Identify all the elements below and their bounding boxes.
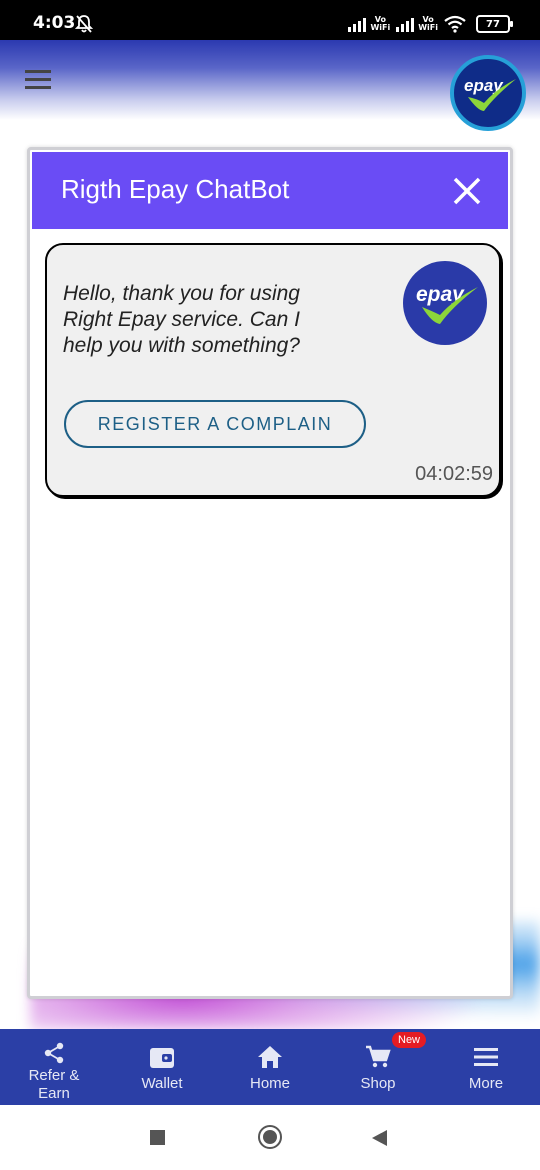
- new-badge: New: [392, 1032, 427, 1048]
- vowifi-label: Vo WiFi: [418, 15, 438, 32]
- nav-label: Home: [249, 1075, 290, 1092]
- message-timestamp: 04:02:59: [415, 463, 493, 485]
- signal-icon: [348, 16, 367, 32]
- status-time: 4:03: [33, 13, 76, 33]
- vowifi-label: Vo WiFi: [370, 15, 391, 32]
- chatbot-header: Rigth Epay ChatBot: [32, 152, 508, 229]
- home-button-icon[interactable]: [258, 1125, 282, 1149]
- home-icon: [258, 1046, 282, 1068]
- chatbot-modal: Rigth Epay ChatBot Hello, thank you for …: [27, 147, 513, 999]
- nav-refer-earn[interactable]: Refer & Earn: [0, 1029, 108, 1105]
- share-icon: [44, 1042, 64, 1064]
- cart-icon: [366, 1045, 391, 1068]
- bell-off-icon: [75, 15, 93, 33]
- menu-icon[interactable]: [25, 70, 51, 94]
- nav-wallet[interactable]: Wallet: [108, 1029, 216, 1105]
- bot-avatar: epay: [403, 261, 487, 345]
- battery-level: 77: [486, 18, 500, 30]
- wallet-icon: [150, 1048, 174, 1068]
- bottom-nav: Refer & Earn Wallet Home Shop More: [0, 1029, 540, 1105]
- register-complain-button[interactable]: REGISTER A COMPLAIN: [64, 400, 366, 448]
- epay-logo-icon: epay: [416, 283, 478, 324]
- battery-icon: 77: [476, 15, 513, 33]
- nav-label: Wallet: [141, 1075, 183, 1092]
- bot-message: Hello, thank you for using Right Epay se…: [45, 243, 501, 497]
- chatbot-title: Rigth Epay ChatBot: [61, 174, 290, 204]
- bot-message-text: Hello, thank you for using Right Epay se…: [63, 282, 300, 357]
- nav-label: More: [468, 1075, 504, 1092]
- signal-icon: [396, 16, 415, 32]
- nav-label: Shop: [360, 1075, 396, 1092]
- system-nav-bar: [0, 1105, 540, 1170]
- wifi-icon: [444, 15, 466, 33]
- epay-logo-icon: epay: [464, 76, 516, 111]
- back-icon[interactable]: [372, 1130, 387, 1146]
- nav-label: Refer & Earn: [28, 1067, 80, 1102]
- recent-apps-icon[interactable]: [150, 1130, 165, 1145]
- nav-home[interactable]: Home: [216, 1029, 324, 1105]
- status-icons: Vo WiFi Vo WiFi 77: [348, 12, 513, 36]
- menu-icon: [474, 1048, 498, 1066]
- epay-logo[interactable]: epay: [450, 55, 526, 131]
- nav-more[interactable]: More: [432, 1029, 540, 1105]
- close-icon[interactable]: [452, 176, 482, 206]
